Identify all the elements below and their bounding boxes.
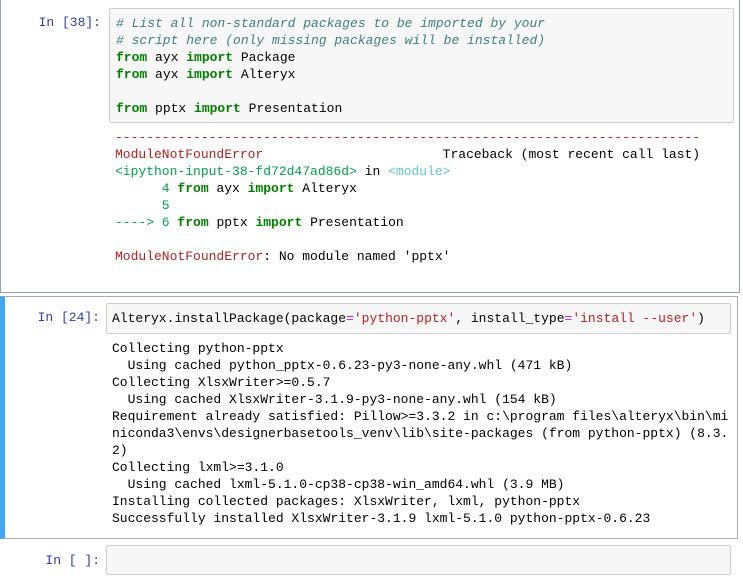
code-line: ----------------------------------------…	[115, 129, 700, 146]
output-text: ----------------------------------------…	[115, 129, 700, 265]
text-token: 2)	[112, 443, 128, 458]
text-token: Package	[233, 50, 296, 65]
cell-output: Collecting python-pptx Using cached pyth…	[112, 340, 728, 527]
keyword-token: import	[186, 67, 234, 82]
text-token: )	[697, 311, 705, 326]
code-line: Requirement already satisfied: Pillow>=3…	[112, 408, 728, 425]
text-token: Alteryx	[294, 181, 357, 196]
code-input[interactable]: # List all non-standard packages to be i…	[109, 8, 734, 123]
code-line: from pptx import Presentation	[116, 100, 733, 117]
code-line: # List all non-standard packages to be i…	[116, 15, 733, 32]
keyword-token: import	[247, 181, 295, 196]
keyword-token: import	[255, 215, 303, 230]
code-line: from ayx import Package	[116, 49, 733, 66]
text-token: pptx	[208, 215, 256, 230]
module-token: <module>	[388, 164, 451, 179]
operator-token: =	[346, 311, 354, 326]
code-text: # List all non-standard packages to be i…	[116, 15, 733, 117]
code-line: Successfully installed XlsxWriter-3.1.9 …	[112, 510, 728, 527]
code-line: Alteryx.installPackage(package='python-p…	[112, 310, 730, 327]
text-token: Traceback (most recent call last)	[263, 147, 701, 162]
code-line: Using cached python_pptx-0.6.23-py3-none…	[112, 357, 728, 374]
text-token: Collecting lxml>=3.1.0	[112, 460, 284, 475]
code-line: Collecting lxml>=3.1.0	[112, 459, 728, 476]
keyword-token: from	[116, 67, 148, 82]
keyword-token: import	[186, 50, 234, 65]
comment-token: # script here (only missing packages wil…	[116, 33, 546, 48]
text-token: Requirement already satisfied: Pillow>=3…	[112, 409, 729, 424]
keyword-token: from	[177, 181, 209, 196]
output-text: Collecting python-pptx Using cached pyth…	[112, 340, 728, 527]
code-line: Installing collected packages: XlsxWrite…	[112, 493, 728, 510]
code-line: <ipython-input-38-fd72d47ad86d> in <modu…	[115, 163, 700, 180]
code-line: Using cached XlsxWriter-3.1.9-py3-none-a…	[112, 391, 728, 408]
cell-prompt: In [38]:	[38, 15, 101, 30]
code-input[interactable]: Alteryx.installPackage(package='python-p…	[106, 303, 731, 334]
code-line: from ayx import Alteryx	[116, 66, 733, 83]
code-line: Using cached lxml-5.1.0-cp38-cp38-win_am…	[112, 476, 728, 493]
text-token: Presentation	[302, 215, 404, 230]
code-line: ----> 6 from pptx import Presentation	[115, 214, 700, 231]
cell-output: ----------------------------------------…	[115, 129, 700, 265]
keyword-token: from	[177, 215, 209, 230]
code-line: # script here (only missing packages wil…	[116, 32, 733, 49]
text-token: Collecting XlsxWriter>=0.5.7	[112, 375, 331, 390]
keyword-token: from	[116, 50, 148, 65]
text-token: : No module named 'pptx'	[263, 249, 451, 264]
code-line: Collecting XlsxWriter>=0.5.7	[112, 374, 728, 391]
code-line: niconda3\envs\designerbasetools_venv\lib…	[112, 425, 728, 442]
code-line: 5	[115, 197, 700, 214]
text-token: ayx	[147, 67, 187, 82]
text-token: Successfully installed XlsxWriter-3.1.9 …	[112, 511, 651, 526]
code-input[interactable]	[106, 545, 731, 575]
traceback-token: 4	[115, 181, 178, 196]
code-line: ModuleNotFoundError: No module named 'pp…	[115, 248, 700, 265]
text-token: Using cached python_pptx-0.6.23-py3-none…	[112, 358, 573, 373]
text-token: , install_type	[455, 311, 565, 326]
traceback-token: 5	[115, 198, 170, 213]
keyword-token: from	[116, 101, 148, 116]
code-line: 4 from ayx import Alteryx	[115, 180, 700, 197]
text-token: Collecting python-pptx	[112, 341, 284, 356]
text-token: Installing collected packages: XlsxWrite…	[112, 494, 581, 509]
code-cell-1[interactable]: In [38]: # List all non-standard package…	[0, 0, 740, 293]
text-token: ayx	[147, 50, 187, 65]
string-token: 'python-pptx'	[353, 311, 456, 326]
text-token: pptx	[147, 101, 195, 116]
code-cell-2[interactable]: In [24]: Alteryx.installPackage(package=…	[0, 296, 738, 539]
keyword-token: import	[194, 101, 241, 116]
error-token: ModuleNotFoundError	[115, 249, 264, 264]
cell-prompt: In [24]:	[37, 310, 100, 325]
cell-prompt: In [ ]:	[45, 553, 100, 568]
text-token: Presentation	[240, 101, 343, 116]
text-token: Alteryx	[233, 67, 296, 82]
code-line: 2)	[112, 442, 728, 459]
text-token: ayx	[208, 181, 248, 196]
code-text: Alteryx.installPackage(package='python-p…	[112, 310, 730, 327]
text-token: Using cached XlsxWriter-3.1.9-py3-none-a…	[112, 392, 557, 407]
text-token: Using cached lxml-5.1.0-cp38-cp38-win_am…	[112, 477, 565, 492]
text-token: niconda3\envs\designerbasetools_venv\lib…	[112, 426, 729, 441]
code-line: Collecting python-pptx	[112, 340, 728, 357]
code-line: ModuleNotFoundError Traceback (most rece…	[115, 146, 700, 163]
text-token: in	[356, 164, 389, 179]
error-token: ModuleNotFoundError	[115, 147, 264, 162]
comment-token: # List all non-standard packages to be i…	[116, 16, 546, 31]
error-token: ----------------------------------------…	[115, 130, 701, 145]
traceback-token: ----> 6	[115, 215, 178, 230]
code-cell-3[interactable]: In [ ]:	[0, 540, 738, 576]
traceback-token: <ipython-input-38-fd72d47ad86d>	[115, 164, 357, 179]
text-token: Alteryx.installPackage(package	[112, 311, 347, 326]
string-token: 'install --user'	[572, 311, 698, 326]
